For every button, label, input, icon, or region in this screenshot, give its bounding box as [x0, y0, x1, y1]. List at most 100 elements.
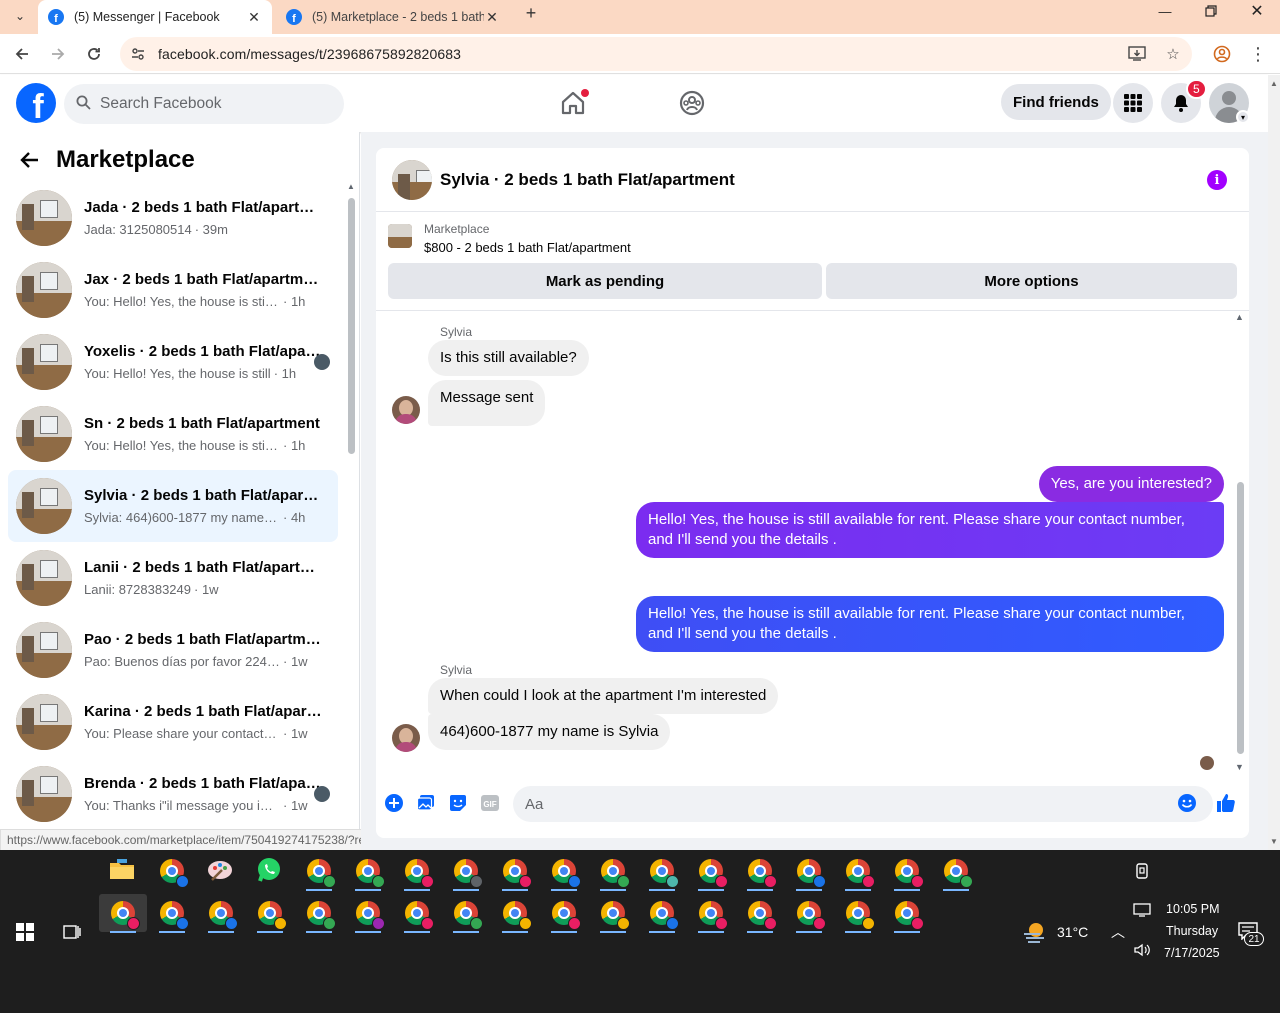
- file-explorer-icon[interactable]: [108, 856, 138, 886]
- conversation-item[interactable]: Lanii · 2 beds 1 bath Flat/apartment Lani…: [8, 542, 338, 614]
- outgoing-message[interactable]: Hello! Yes, the house is still available…: [636, 596, 1224, 652]
- network-icon[interactable]: [1133, 902, 1151, 921]
- scroll-down-arrow-icon[interactable]: ▼: [1270, 837, 1278, 846]
- show-hidden-icons-chevron-up-icon[interactable]: ︿: [1111, 922, 1125, 942]
- chrome-profile-window-icon[interactable]: [353, 856, 385, 891]
- back-arrow-icon[interactable]: [10, 42, 34, 66]
- tab-messenger[interactable]: f (5) Messenger | Facebook ✕: [38, 0, 272, 34]
- more-options-button[interactable]: More options: [826, 263, 1237, 299]
- chrome-profile-window-icon[interactable]: [892, 898, 924, 933]
- chrome-profile-window-icon[interactable]: [451, 898, 483, 933]
- paint-app-icon[interactable]: [206, 856, 236, 886]
- chrome-profile-window-icon[interactable]: [745, 898, 777, 933]
- conversation-list-scrollbar[interactable]: ▲: [346, 182, 356, 850]
- search-facebook[interactable]: [64, 84, 344, 124]
- scrollbar-thumb[interactable]: [1237, 482, 1244, 754]
- scroll-up-arrow-icon[interactable]: ▲: [1235, 312, 1244, 322]
- reload-icon[interactable]: [82, 42, 106, 66]
- scroll-up-arrow-icon[interactable]: ▲: [347, 182, 355, 191]
- conversation-item[interactable]: Yoxelis · 2 beds 1 bath Flat/apartment Yo…: [8, 326, 338, 398]
- chrome-profile-window-icon[interactable]: [745, 856, 777, 891]
- tab-search-chevron-icon[interactable]: ⌄: [8, 4, 32, 28]
- close-tab-icon[interactable]: ✕: [484, 9, 500, 26]
- groups-icon[interactable]: [678, 89, 706, 117]
- chrome-profile-window-icon[interactable]: [892, 856, 924, 891]
- whatsapp-icon[interactable]: [255, 856, 285, 886]
- page-scrollbar[interactable]: ▲ ▼: [1268, 75, 1280, 850]
- emoji-smiley-icon[interactable]: [1176, 792, 1198, 814]
- clock-time[interactable]: 10:05 PM: [1166, 902, 1220, 916]
- clock-day[interactable]: Thursday: [1166, 924, 1218, 938]
- close-window-icon[interactable]: ✕: [1234, 0, 1280, 22]
- browser-menu-icon[interactable]: ⋮: [1246, 42, 1270, 66]
- conversation-item[interactable]: Sn · 2 beds 1 bath Flat/apartment You: He…: [8, 398, 338, 470]
- chrome-profile-window-icon[interactable]: [647, 898, 679, 933]
- profile-icon[interactable]: [1210, 42, 1234, 66]
- thumbs-up-like-icon[interactable]: [1215, 792, 1237, 814]
- chrome-profile-window-icon[interactable]: [402, 898, 434, 933]
- sylvia-avatar[interactable]: [392, 396, 420, 424]
- conversation-item[interactable]: Pao · 2 beds 1 bath Flat/apartment Pao: B…: [8, 614, 338, 686]
- chrome-profile-window-icon[interactable]: [598, 856, 630, 891]
- chrome-profile-window-icon[interactable]: [353, 898, 385, 933]
- chrome-profile-window-icon[interactable]: [255, 898, 287, 933]
- scrollbar-thumb[interactable]: [348, 198, 355, 454]
- chrome-profile-h-icon[interactable]: [157, 856, 189, 888]
- incoming-message[interactable]: Message sent: [428, 380, 546, 426]
- chrome-profile-window-icon[interactable]: [794, 898, 826, 933]
- incoming-message[interactable]: Is this still available?: [428, 340, 589, 376]
- restore-window-icon[interactable]: [1188, 0, 1234, 22]
- add-plus-icon[interactable]: [383, 792, 405, 814]
- chrome-profile-window-icon[interactable]: [304, 856, 336, 891]
- chrome-profile-window-icon[interactable]: [549, 898, 581, 933]
- chrome-profile-window-icon[interactable]: [843, 856, 875, 891]
- gif-icon[interactable]: GIF: [479, 792, 501, 814]
- bookmark-star-icon[interactable]: ☆: [1162, 43, 1184, 65]
- conversation-item[interactable]: Jax · 2 beds 1 bath Flat/apartment You: H…: [8, 254, 338, 326]
- conversation-info-icon[interactable]: i: [1207, 170, 1227, 190]
- mark-as-pending-button[interactable]: Mark as pending: [388, 263, 822, 299]
- chrome-profile-window-icon[interactable]: [451, 856, 483, 891]
- chrome-profile-window-icon[interactable]: [304, 898, 336, 933]
- conversation-item[interactable]: Karina · 2 beds 1 bath Flat/apartment You…: [8, 686, 338, 758]
- sticker-icon[interactable]: [447, 792, 469, 814]
- chrome-profile-window-icon[interactable]: [108, 898, 140, 933]
- close-tab-icon[interactable]: ✕: [246, 9, 262, 26]
- clock-date[interactable]: 7/17/2025: [1164, 946, 1220, 960]
- chrome-profile-window-icon[interactable]: [598, 898, 630, 933]
- chrome-profile-window-icon[interactable]: [402, 856, 434, 891]
- conversation-item[interactable]: Brenda · 2 beds 1 bath Flat/apartment You…: [8, 758, 338, 830]
- message-thread-scrollbar[interactable]: ▲ ▼: [1234, 312, 1246, 772]
- back-arrow-icon[interactable]: [16, 146, 44, 174]
- chrome-profile-window-icon[interactable]: [843, 898, 875, 933]
- conversation-item[interactable]: Jada · 2 beds 1 bath Flat/apartment Jada:…: [8, 182, 338, 254]
- weather-icon[interactable]: [1022, 920, 1048, 947]
- chrome-profile-window-icon[interactable]: [941, 856, 973, 891]
- outgoing-message[interactable]: Hello! Yes, the house is still available…: [636, 502, 1224, 558]
- volume-speaker-icon[interactable]: [1133, 942, 1151, 961]
- listing-small-thumbnail[interactable]: [388, 224, 412, 248]
- incoming-message[interactable]: 464)600-1877 my name is Sylvia: [428, 714, 671, 750]
- install-app-icon[interactable]: [1126, 43, 1148, 65]
- chrome-profile-window-icon[interactable]: [157, 898, 189, 933]
- find-friends-button[interactable]: Find friends: [1001, 84, 1111, 120]
- listing-thumbnail[interactable]: [392, 160, 432, 200]
- task-view-icon[interactable]: [62, 922, 82, 942]
- chrome-profile-window-icon[interactable]: [696, 898, 728, 933]
- new-tab-plus-icon[interactable]: +: [520, 2, 542, 24]
- tab-marketplace[interactable]: f (5) Marketplace - 2 beds 1 bath ✕: [276, 0, 510, 34]
- sylvia-avatar[interactable]: [392, 724, 420, 752]
- tablet-mode-icon[interactable]: [1133, 862, 1151, 883]
- chrome-profile-window-icon[interactable]: [647, 856, 679, 891]
- minimize-window-icon[interactable]: —: [1142, 0, 1188, 22]
- account-chevron-down-icon[interactable]: ▾: [1236, 110, 1250, 124]
- windows-start-icon[interactable]: [16, 923, 34, 941]
- scroll-up-arrow-icon[interactable]: ▲: [1270, 79, 1278, 88]
- chrome-profile-window-icon[interactable]: [500, 856, 532, 891]
- incoming-message[interactable]: When could I look at the apartment I'm i…: [428, 678, 779, 714]
- chrome-profile-window-icon[interactable]: [206, 898, 238, 933]
- address-bar[interactable]: facebook.com/messages/t/2396867589282068…: [120, 37, 1192, 71]
- chrome-profile-window-icon[interactable]: [794, 856, 826, 891]
- listing-price[interactable]: $800 - 2 beds 1 bath Flat/apartment: [424, 240, 631, 255]
- search-input[interactable]: [100, 95, 320, 113]
